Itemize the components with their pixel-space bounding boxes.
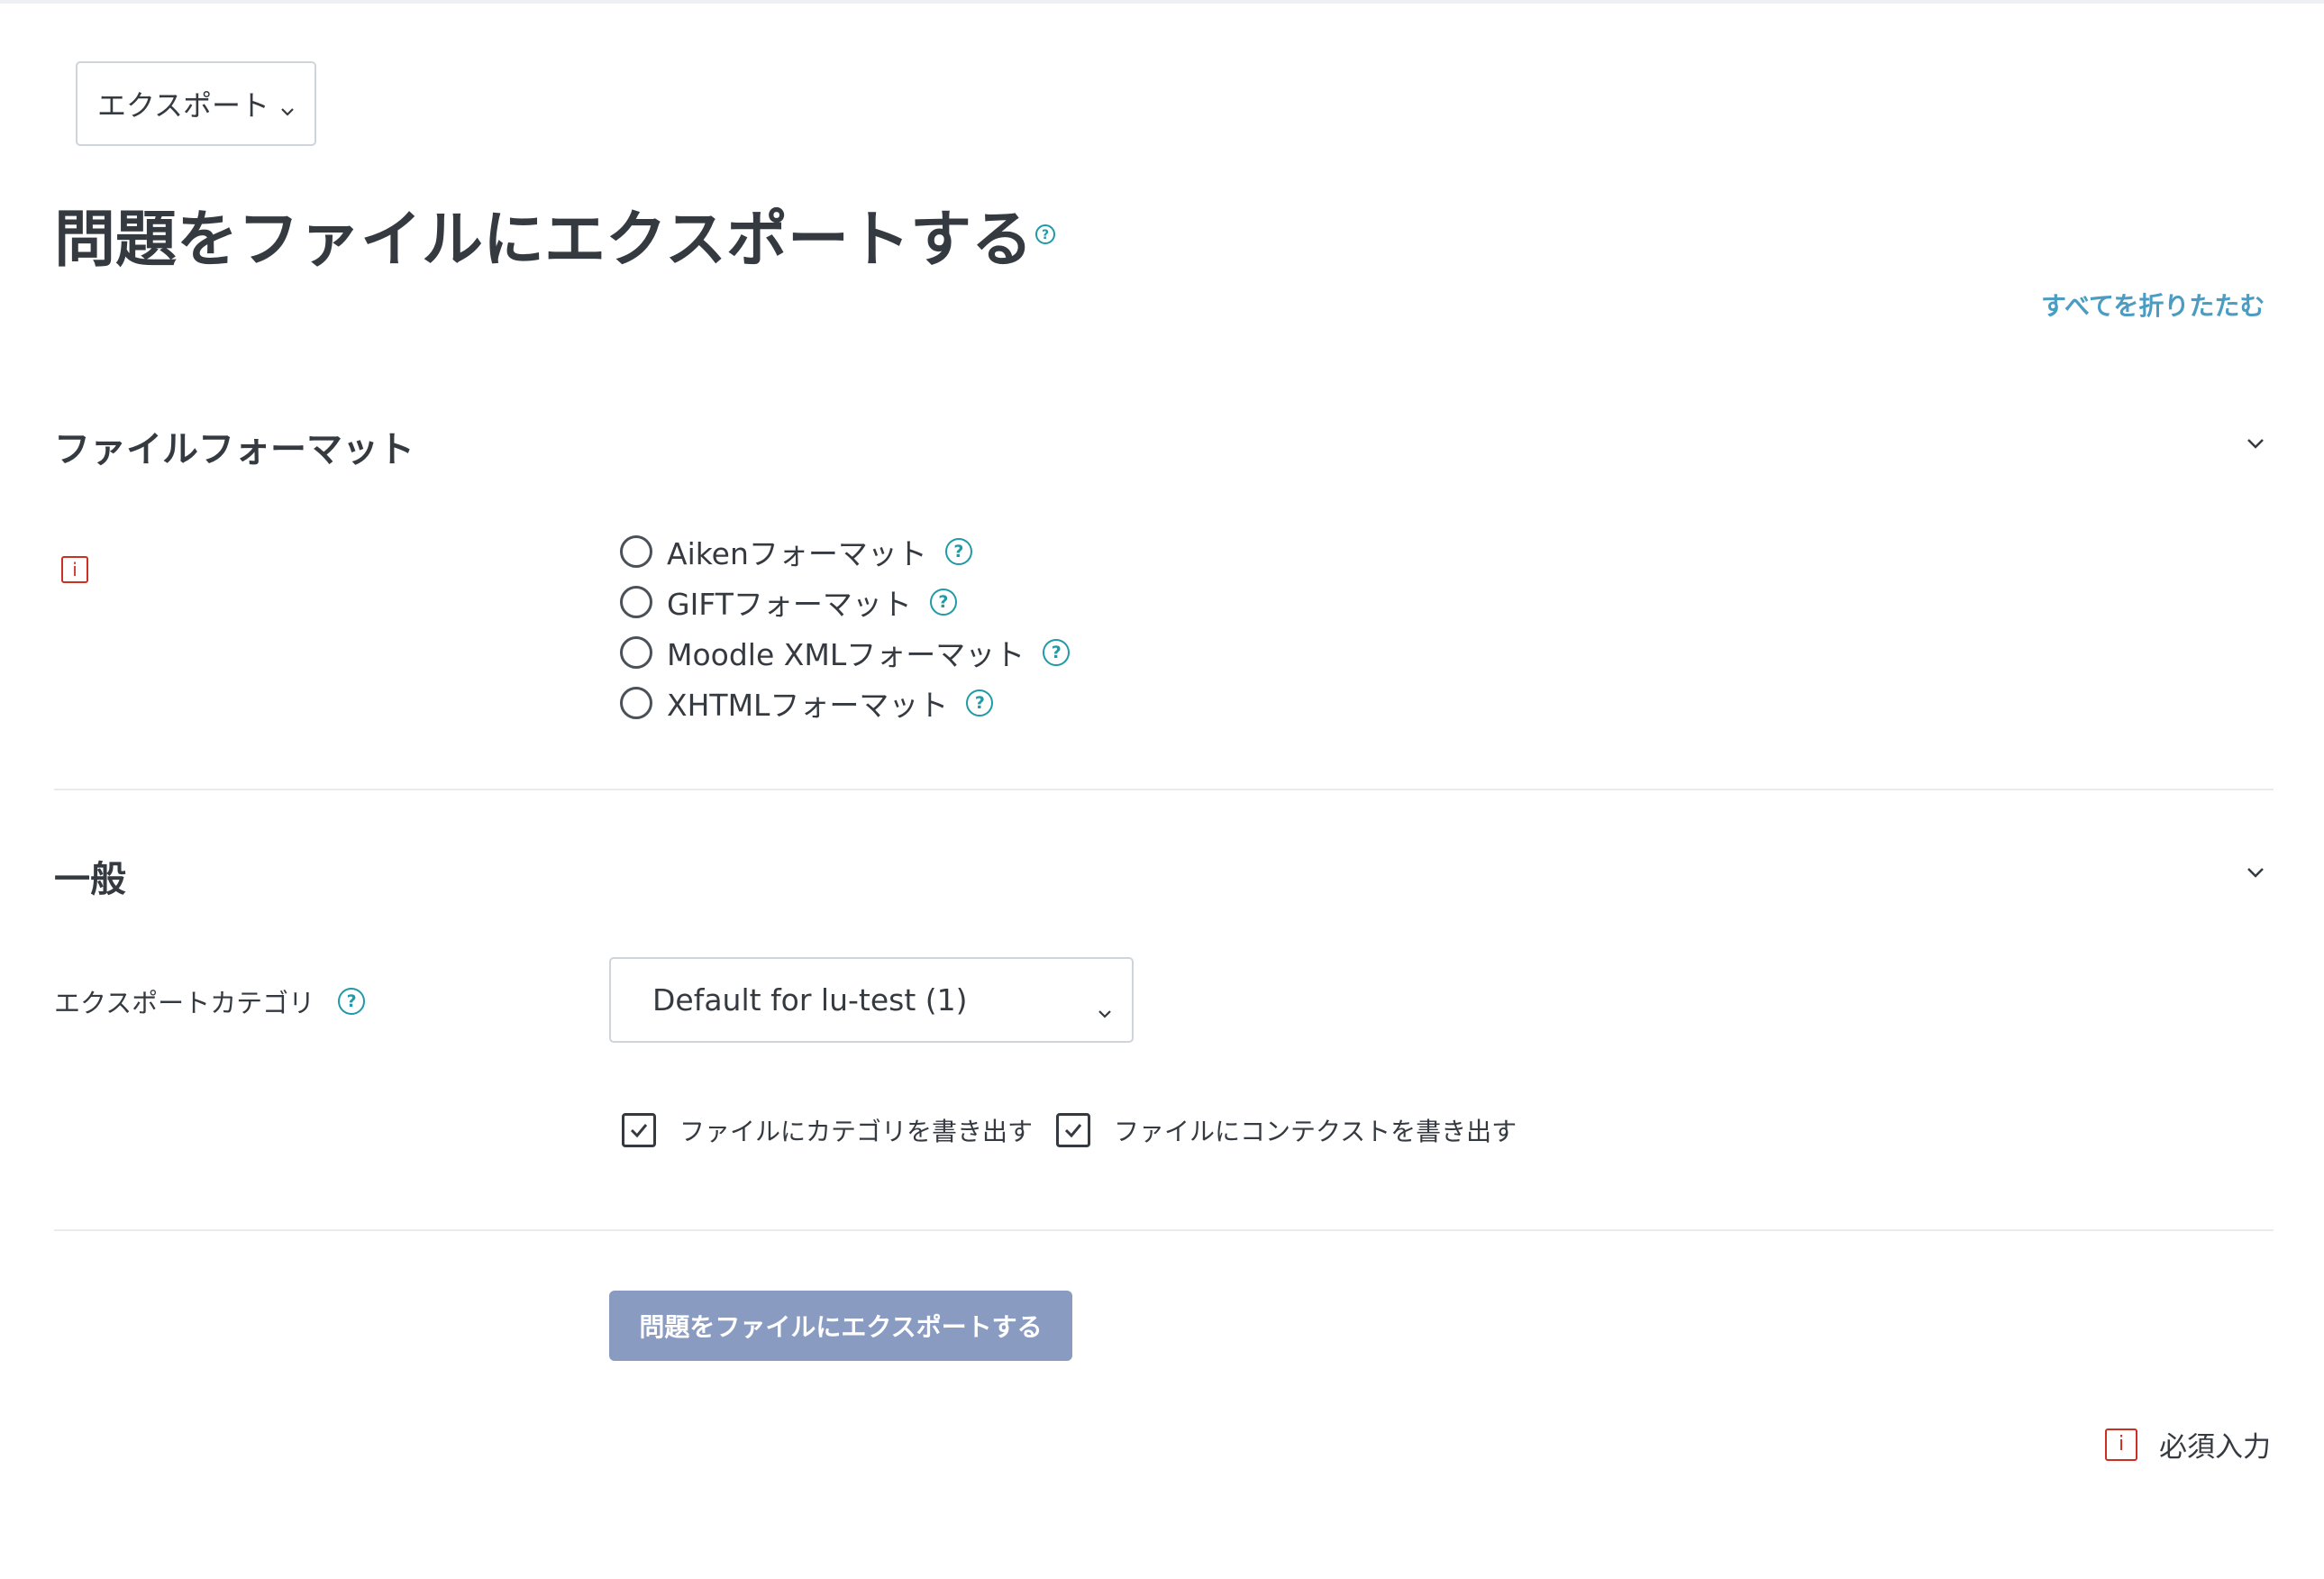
action-select-value: エクスポート [97,88,270,123]
radio-gift[interactable] [620,586,652,618]
checkbox-write-category[interactable] [622,1113,656,1147]
format-option-xhtml[interactable]: XHTMLフォーマット ? [620,678,1070,728]
page-title: 問題をファイルにエクスポートする [54,205,1033,276]
radio-moodle-xml[interactable] [620,636,652,669]
required-legend: i 必須入力 [2105,1424,2271,1465]
collapse-all-link[interactable]: すべてを折りたたむ [2041,287,2265,323]
action-select[interactable]: エクスポート [76,61,316,146]
export-category-select[interactable]: Default for lu-test (1) [609,957,1134,1043]
required-legend-label: 必須入力 [2159,1431,2271,1464]
export-submit-button[interactable]: 問題をファイルにエクスポートする [609,1291,1072,1361]
format-option-gift[interactable]: GIFTフォーマット ? [620,577,1070,627]
radio-xhtml[interactable] [620,687,652,719]
export-category-label: エクスポートカテゴリ ? [54,982,366,1020]
top-border [0,0,2324,4]
format-option-moodle-xml[interactable]: Moodle XMLフォーマット ? [620,627,1071,678]
export-category-value: Default for lu-test (1) [652,982,968,1018]
required-icon: i [61,556,88,583]
checkbox-label: ファイルにコンテクストを書き出す [1114,1117,1517,1146]
help-icon[interactable]: ? [929,589,957,616]
chevron-down-icon [1098,991,1112,1027]
radio-aiken[interactable] [620,535,652,568]
format-option-aiken[interactable]: Aikenフォーマット ? [620,526,1070,577]
export-category-label-text: エクスポートカテゴリ [54,988,315,1018]
format-option-label: XHTMLフォーマット [667,688,949,723]
format-option-label: Aikenフォーマット [667,536,927,571]
help-icon[interactable]: ? [1043,639,1071,666]
required-icon: i [2105,1428,2137,1461]
section-divider [54,789,2274,790]
svg-text:?: ? [1042,228,1049,242]
format-option-label: Moodle XMLフォーマット [667,637,1025,672]
checkbox-write-context[interactable] [1056,1113,1091,1147]
chevron-down-icon [280,90,295,124]
help-icon[interactable]: ? [966,689,994,716]
chevron-down-icon[interactable] [2246,865,2265,883]
chevron-down-icon[interactable] [2246,436,2265,454]
help-icon[interactable]: ? [1034,224,1056,249]
format-radio-group: Aikenフォーマット ? GIFTフォーマット ? Moodle XMLフォー… [620,526,1071,728]
section-heading-general: 一般 [54,859,126,900]
checkbox-label: ファイルにカテゴリを書き出す [679,1117,1034,1146]
format-option-label: GIFTフォーマット [667,587,912,622]
section-heading-file-format: ファイルフォーマット [54,429,415,470]
section-divider [54,1229,2274,1231]
help-icon[interactable]: ? [338,988,366,1015]
help-icon[interactable]: ? [944,538,972,565]
checkbox-row: ファイルにカテゴリを書き出す ファイルにコンテクストを書き出す [622,1112,1517,1148]
